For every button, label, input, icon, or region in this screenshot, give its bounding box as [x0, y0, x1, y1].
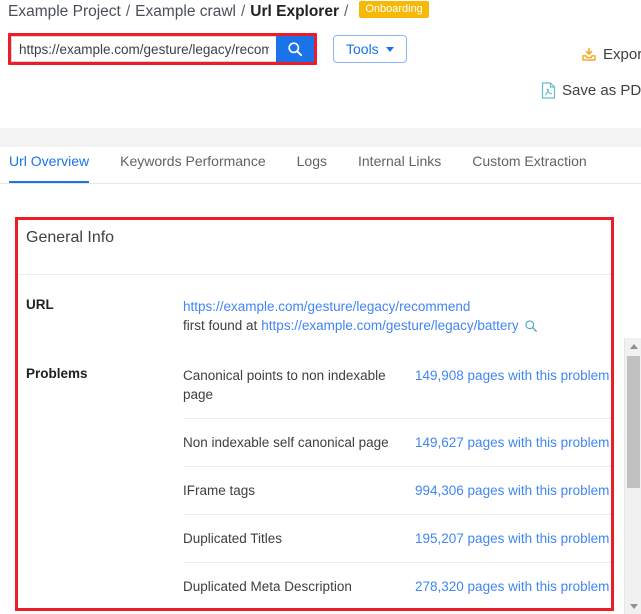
problem-name: Duplicated Titles	[183, 531, 283, 546]
tab-logs[interactable]: Logs	[297, 147, 327, 183]
problems-row-label: Problems	[26, 366, 88, 381]
triangle-up-icon	[629, 343, 638, 349]
url-link[interactable]: https://example.com/gesture/legacy/recom…	[183, 297, 611, 316]
vertical-scrollbar[interactable]	[624, 338, 641, 614]
problem-item: Duplicated Titles 195,207 pages with thi…	[183, 515, 611, 563]
problem-count-link[interactable]: 149,908 pages with this problem	[415, 366, 609, 385]
scrollbar-down-button[interactable]	[625, 598, 641, 614]
problem-count-link[interactable]: 278,320 pages with this problem	[415, 577, 609, 596]
url-row: URL https://example.com/gesture/legacy/r…	[18, 275, 611, 352]
breadcrumb-item-url-explorer[interactable]: Url Explorer	[250, 3, 339, 21]
breadcrumb: Example Project / Example crawl / Url Ex…	[8, 1, 429, 21]
header-divider-band	[0, 128, 641, 147]
general-info-panel: General Info URL https://example.com/ges…	[15, 217, 614, 611]
problems-list: Canonical points to non indexable page 1…	[183, 352, 611, 608]
search-button[interactable]	[276, 36, 314, 62]
scrollbar-thumb[interactable]	[627, 356, 640, 488]
export-label: Export	[603, 46, 641, 63]
problems-row: Problems Canonical points to non indexab…	[18, 352, 611, 608]
problem-name: Duplicated Meta Description	[183, 579, 352, 594]
export-button[interactable]: Export	[581, 46, 641, 63]
triangle-down-icon	[629, 603, 638, 609]
breadcrumb-item-project[interactable]: Example Project	[8, 3, 121, 21]
problem-count-link[interactable]: 994,306 pages with this problem	[415, 481, 609, 500]
tools-button[interactable]: Tools	[333, 35, 407, 63]
pdf-file-icon	[541, 82, 556, 99]
search-row: Tools	[8, 33, 407, 65]
problem-item: Non indexable self canonical page 149,62…	[183, 419, 611, 467]
save-as-pdf-label: Save as PDF	[562, 82, 641, 99]
tab-url-overview[interactable]: Url Overview	[9, 147, 90, 183]
problem-item: Canonical points to non indexable page 1…	[183, 352, 611, 419]
export-download-icon	[581, 47, 597, 63]
search-icon	[287, 41, 303, 57]
breadcrumb-item-crawl[interactable]: Example crawl	[135, 3, 236, 21]
problem-name: IFrame tags	[183, 483, 256, 498]
tab-internal-links[interactable]: Internal Links	[358, 147, 441, 183]
general-info-panel-body: General Info URL https://example.com/ges…	[18, 220, 611, 608]
search-input[interactable]	[11, 36, 276, 62]
url-row-label: URL	[26, 297, 54, 312]
first-found-line: first found at https://example.com/gestu…	[183, 316, 611, 335]
problem-count-link[interactable]: 195,207 pages with this problem	[415, 529, 609, 548]
chevron-down-icon	[385, 46, 394, 52]
panel-title: General Info	[26, 229, 115, 246]
first-found-prefix: first found at	[183, 318, 258, 333]
first-found-link[interactable]: https://example.com/gesture/legacy/batte…	[261, 316, 518, 335]
problem-item: IFrame tags 994,306 pages with this prob…	[183, 467, 611, 515]
problem-name: Non indexable self canonical page	[183, 435, 389, 450]
problem-item: Duplicated Meta Description 278,320 page…	[183, 563, 611, 608]
search-highlight-box	[8, 33, 317, 65]
breadcrumb-separator: /	[240, 3, 246, 20]
search-icon[interactable]	[524, 319, 538, 333]
save-as-pdf-button[interactable]: Save as PDF	[541, 82, 641, 99]
breadcrumb-separator: /	[344, 3, 349, 20]
breadcrumb-separator: /	[125, 3, 131, 20]
tab-bar: Url Overview Keywords Performance Logs I…	[0, 147, 641, 184]
problem-name: Canonical points to non indexable page	[183, 368, 386, 402]
url-row-body: https://example.com/gesture/legacy/recom…	[183, 297, 611, 335]
tab-keywords-performance[interactable]: Keywords Performance	[120, 147, 266, 183]
onboarding-badge[interactable]: Onboarding	[359, 1, 429, 18]
problem-count-link[interactable]: 149,627 pages with this problem	[415, 433, 609, 452]
tools-button-label: Tools	[346, 41, 379, 57]
scrollbar-up-button[interactable]	[625, 338, 641, 354]
tab-custom-extraction[interactable]: Custom Extraction	[472, 147, 586, 183]
